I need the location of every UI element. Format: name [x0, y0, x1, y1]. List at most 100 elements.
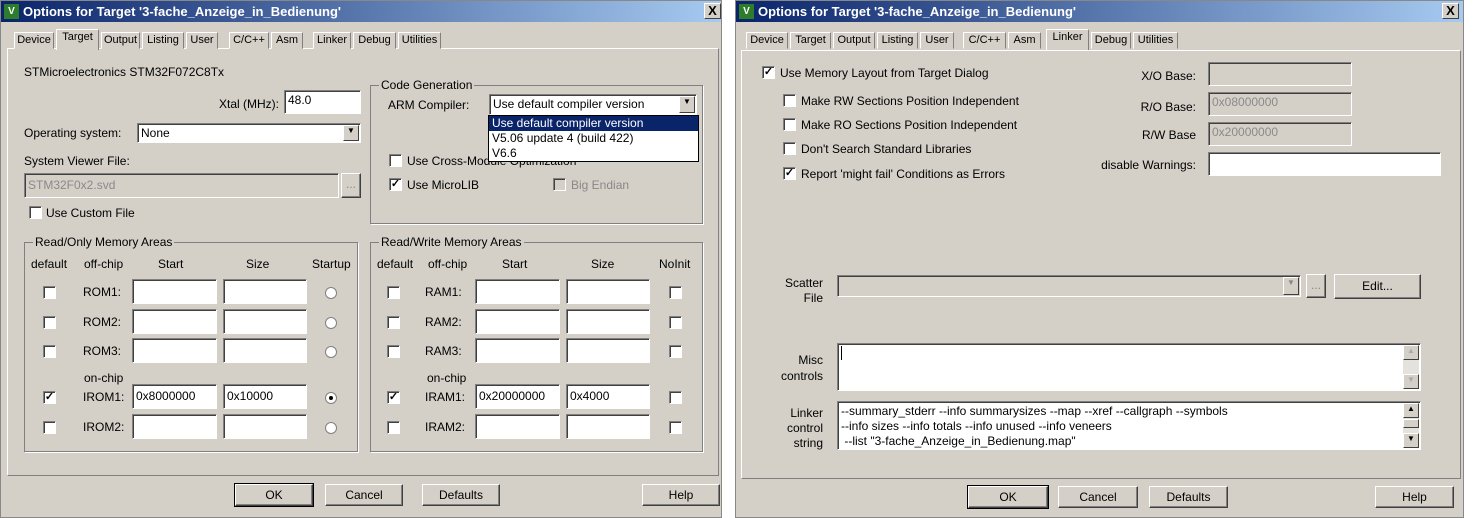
linker-control-string[interactable]: --summary_stderr --info summarysizes --m…: [837, 401, 1421, 450]
rw-default-checkbox[interactable]: [387, 286, 400, 299]
custom-file-checkbox[interactable]: [29, 206, 42, 219]
startup-radio[interactable]: [325, 392, 337, 404]
rw-size-input[interactable]: 0x4000: [566, 384, 650, 409]
ro-default-checkbox[interactable]: [43, 345, 56, 358]
ro-default-checkbox[interactable]: [43, 421, 56, 434]
noinit-checkbox[interactable]: [669, 421, 682, 434]
defaults-button[interactable]: Defaults: [1149, 486, 1228, 508]
compiler-option[interactable]: V5.06 update 4 (build 422): [489, 131, 698, 146]
no-std-libs-checkbox[interactable]: [783, 142, 796, 155]
rw-size-input[interactable]: [566, 309, 650, 334]
ro-start-input[interactable]: [132, 414, 217, 439]
tab-utilities[interactable]: Utilities: [1133, 32, 1178, 49]
os-select[interactable]: None: [137, 123, 361, 143]
cancel-button[interactable]: Cancel: [1058, 486, 1138, 508]
disable-warnings-input[interactable]: [1208, 152, 1441, 176]
help-button[interactable]: Help: [642, 484, 720, 506]
svf-browse-button[interactable]: ...: [341, 173, 361, 198]
rw-size-input[interactable]: [566, 414, 650, 439]
rw-default-checkbox[interactable]: [387, 345, 400, 358]
chevron-down-icon[interactable]: ▼: [679, 96, 695, 113]
scroll-up-icon[interactable]: ▲: [1403, 345, 1419, 360]
close-button[interactable]: X: [1442, 3, 1459, 19]
ro-size-input[interactable]: [223, 338, 307, 363]
scroll-down-icon[interactable]: ▼: [1403, 374, 1419, 389]
edit-button[interactable]: Edit...: [1334, 274, 1421, 299]
rw-start-input[interactable]: 0x20000000: [475, 384, 560, 409]
ro-default-checkbox[interactable]: [43, 316, 56, 329]
noinit-checkbox[interactable]: [669, 345, 682, 358]
tab-debug[interactable]: Debug: [1091, 32, 1131, 49]
tab-listing[interactable]: Listing: [877, 32, 918, 49]
ok-button[interactable]: OK: [234, 483, 314, 507]
chevron-down-icon[interactable]: ▼: [1283, 277, 1299, 295]
ro-start-input[interactable]: [132, 279, 217, 304]
noinit-checkbox[interactable]: [669, 286, 682, 299]
noinit-checkbox[interactable]: [669, 316, 682, 329]
rw-default-checkbox[interactable]: ✓: [387, 391, 400, 404]
scroll-up-icon[interactable]: ▲: [1403, 403, 1419, 418]
scatter-browse-button[interactable]: ...: [1306, 274, 1326, 298]
rw-base-input[interactable]: 0x20000000: [1208, 122, 1352, 146]
ro-start-input[interactable]: [132, 338, 217, 363]
ro-start-input[interactable]: 0x8000000: [132, 384, 217, 409]
tab-utilities[interactable]: Utilities: [398, 32, 441, 49]
rw-default-checkbox[interactable]: [387, 316, 400, 329]
rw-start-input[interactable]: [475, 309, 560, 334]
tab-output[interactable]: Output: [101, 32, 140, 49]
compiler-select[interactable]: Use default compiler version: [489, 94, 697, 115]
rw-default-checkbox[interactable]: [387, 421, 400, 434]
scroll-down-icon[interactable]: ▼: [1403, 433, 1419, 448]
tab-target[interactable]: Target: [56, 29, 99, 50]
help-button[interactable]: Help: [1375, 486, 1454, 508]
cancel-button[interactable]: Cancel: [325, 484, 403, 506]
ro-pi-checkbox[interactable]: [783, 118, 796, 131]
tab-asm[interactable]: Asm: [271, 32, 303, 49]
rw-size-input[interactable]: [566, 338, 650, 363]
close-button[interactable]: X: [704, 3, 721, 19]
tab-debug[interactable]: Debug: [353, 32, 396, 49]
tab-listing[interactable]: Listing: [142, 32, 184, 49]
chevron-down-icon[interactable]: ▼: [343, 125, 359, 141]
startup-radio[interactable]: [325, 317, 337, 329]
cross-module-checkbox[interactable]: [389, 154, 402, 167]
use-memory-layout-checkbox[interactable]: ✓: [762, 66, 775, 79]
xtal-input[interactable]: 48.0: [284, 90, 361, 114]
compiler-option[interactable]: Use default compiler version: [489, 116, 698, 131]
ro-size-input[interactable]: [223, 414, 307, 439]
misc-controls-textarea[interactable]: [837, 343, 1421, 391]
compiler-option[interactable]: V6.6: [489, 146, 698, 161]
startup-radio[interactable]: [325, 422, 337, 434]
rw-start-input[interactable]: [475, 338, 560, 363]
tab-cc[interactable]: C/C++: [963, 32, 1006, 49]
scatter-file-combo[interactable]: [837, 275, 1301, 297]
noinit-checkbox[interactable]: [669, 391, 682, 404]
tab-user[interactable]: User: [920, 32, 954, 49]
ro-base-input[interactable]: 0x08000000: [1208, 92, 1352, 116]
rw-start-input[interactable]: [475, 414, 560, 439]
rw-pi-checkbox[interactable]: [783, 94, 796, 107]
ro-size-input[interactable]: [223, 279, 307, 304]
tab-linker[interactable]: Linker: [313, 32, 351, 49]
might-fail-checkbox[interactable]: ✓: [783, 167, 796, 180]
ro-size-input[interactable]: [223, 309, 307, 334]
ro-size-input[interactable]: 0x10000: [223, 384, 307, 409]
rw-start-input[interactable]: [475, 279, 560, 304]
rw-size-input[interactable]: [566, 279, 650, 304]
microlib-checkbox[interactable]: ✓: [389, 178, 402, 191]
tab-cc[interactable]: C/C++: [229, 32, 269, 49]
ro-default-checkbox[interactable]: ✓: [43, 391, 56, 404]
tab-asm[interactable]: Asm: [1008, 32, 1041, 49]
svf-input[interactable]: STM32F0x2.svd: [24, 173, 339, 198]
tab-target[interactable]: Target: [790, 32, 831, 49]
xo-base-input[interactable]: [1208, 62, 1352, 86]
scroll-thumb[interactable]: [1403, 419, 1419, 428]
tab-user[interactable]: User: [186, 32, 218, 49]
big-endian-checkbox[interactable]: [553, 178, 566, 191]
ro-default-checkbox[interactable]: [43, 286, 56, 299]
ok-button[interactable]: OK: [967, 485, 1049, 509]
defaults-button[interactable]: Defaults: [422, 484, 500, 506]
tab-device[interactable]: Device: [746, 32, 788, 49]
ro-start-input[interactable]: [132, 309, 217, 334]
startup-radio[interactable]: [325, 287, 337, 299]
